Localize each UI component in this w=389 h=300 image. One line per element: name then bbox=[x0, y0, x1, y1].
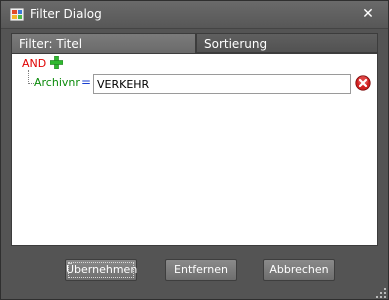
tab-sortierung[interactable]: Sortierung bbox=[196, 33, 378, 53]
remove-button[interactable]: Entfernen bbox=[165, 259, 237, 281]
filter-tree-panel: AND Archivnr = bbox=[11, 53, 378, 246]
resize-grip-icon[interactable] bbox=[376, 288, 386, 298]
close-button[interactable]: ✕ bbox=[359, 5, 377, 23]
rule-value-input[interactable] bbox=[93, 74, 351, 94]
apply-button[interactable]: Übernehmen bbox=[65, 259, 137, 281]
tree-connector-vertical bbox=[28, 70, 29, 84]
tab-filter-titel[interactable]: Filter: Titel bbox=[11, 33, 196, 53]
tab-strip: Filter: Titel Sortierung bbox=[11, 33, 378, 53]
title-bar[interactable]: Filter Dialog ✕ bbox=[1, 1, 388, 29]
close-icon: ✕ bbox=[362, 6, 374, 22]
and-group-label[interactable]: AND bbox=[22, 57, 46, 70]
tab-label: Sortierung bbox=[204, 37, 268, 51]
cancel-button[interactable]: Abbrechen bbox=[263, 259, 335, 281]
dialog-app-icon bbox=[10, 8, 24, 21]
rule-operator-label[interactable]: = bbox=[81, 75, 91, 89]
dialog-title: Filter Dialog bbox=[30, 7, 102, 21]
rule-field-label[interactable]: Archivnr bbox=[34, 76, 80, 89]
plus-icon[interactable] bbox=[50, 56, 63, 69]
remove-icon[interactable] bbox=[355, 75, 371, 91]
filter-dialog-window: Filter Dialog ✕ Filter: Titel Sortierung… bbox=[0, 0, 389, 300]
tab-label: Filter: Titel bbox=[19, 37, 83, 51]
